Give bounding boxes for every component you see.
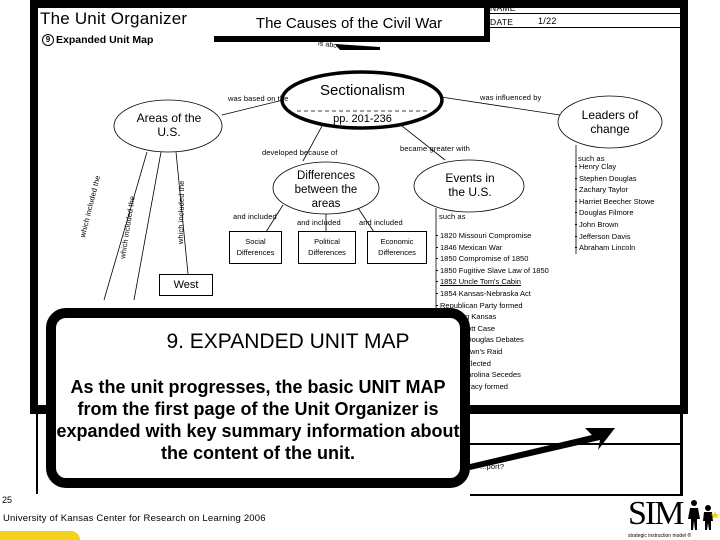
link-influenced-by: was influenced by <box>480 93 542 102</box>
center-topic: Sectionalism <box>319 82 406 99</box>
sim-logo-subtitle: strategic instruction model ® <box>628 533 692 539</box>
leaders-oval: Leaders of change <box>581 108 639 137</box>
event-item: 1854 Kansas-Nebraska Act <box>436 288 549 300</box>
people-figures-icon <box>688 500 719 530</box>
leader-item: Jefferson Davis <box>574 231 654 243</box>
event-item: 1850 Compromise of 1850 <box>436 253 549 265</box>
yellow-accent-bar <box>0 531 80 540</box>
events-oval: Events in the U.S. <box>445 171 495 200</box>
west-box: West <box>159 274 213 296</box>
event-item: 1850 Fugitive Slave Law of 1850 <box>436 265 549 277</box>
callout-title: 9. EXPANDED UNIT MAP <box>166 330 410 353</box>
economic-differences-box: Economic Differences <box>367 231 427 264</box>
center-pages: pp. 201-236 <box>333 113 392 125</box>
areas-link-2 <box>133 151 162 301</box>
event-item: 1846 Mexican War <box>436 242 549 254</box>
link-developed-because: developed because of <box>262 148 338 157</box>
callout-body: As the unit progresses, the basic UNIT M… <box>56 377 460 463</box>
and-included-political: and included <box>297 218 341 227</box>
event-item: 1820 Missouri Compromise <box>436 230 549 242</box>
link-based-on: was based on the <box>228 94 289 103</box>
event-item: 1852 Uncle Tom's Cabin <box>436 276 549 288</box>
leader-item: Douglas Filmore <box>574 207 654 219</box>
areas-oval: Areas of the U.S. <box>136 111 202 140</box>
link-became-greater: became greater with <box>400 144 470 153</box>
leader-item: Stephen Douglas <box>574 173 654 185</box>
and-included-social: and included <box>233 212 277 221</box>
political-differences-box: Political Differences <box>298 231 356 264</box>
and-included-economic: and included <box>359 218 403 227</box>
differences-oval: Differences between the areas <box>294 170 358 210</box>
leader-item: Zachary Taylor <box>574 184 654 196</box>
sim-logo: SIM strategic instruction model ® <box>628 497 720 540</box>
social-differences-box: Social Differences <box>229 231 282 264</box>
events-such-as: such as <box>439 212 466 221</box>
explanation-callout: 9. EXPANDED UNIT MAP As the unit progres… <box>46 308 470 488</box>
page-number: 25 <box>2 495 13 505</box>
partial-question: ...port? <box>480 462 505 471</box>
credit-line: University of Kansas Center for Research… <box>3 513 266 524</box>
leaders-list: Henry Clay Stephen Douglas Zachary Taylo… <box>574 161 654 254</box>
sim-logo-text: SIM <box>628 495 684 532</box>
leader-item: Harriet Beecher Stowe <box>574 196 654 208</box>
leader-item: John Brown <box>574 219 654 231</box>
leader-item: Abraham Lincoln <box>574 242 654 254</box>
areas-link-label-3: which included the <box>176 180 187 245</box>
leader-item: Henry Clay <box>574 161 654 173</box>
connector-became-greater <box>401 125 446 161</box>
